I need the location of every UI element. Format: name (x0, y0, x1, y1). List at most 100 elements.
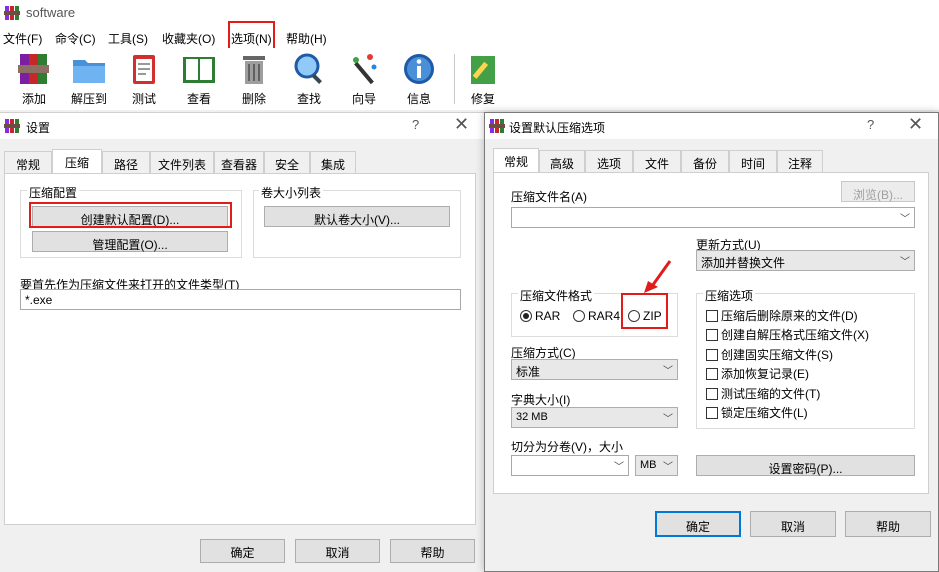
settings-ok-button[interactable]: 确定 (200, 539, 285, 563)
format-rar4-label: RAR4 (588, 309, 621, 323)
toolbar-extract-button[interactable]: 解压到 (63, 52, 115, 107)
default-dialog-close-icon[interactable]: ✕ (908, 114, 923, 135)
compression-method-value: 标准 (516, 365, 541, 379)
tab-general[interactable]: 常规 (493, 148, 539, 172)
option-delete-after-label: 压缩后删除原来的文件(D) (721, 309, 858, 323)
update-mode-select[interactable]: 添加并替换文件 ﹀ (696, 250, 915, 271)
default-cancel-button[interactable]: 取消 (750, 511, 836, 537)
menu-file[interactable]: 文件(F) (3, 30, 42, 47)
settings-dialog: 设置 ? ✕ 常规 压缩 路径 文件列表 查看器 安全 集成 压缩配置 创建默认… (0, 112, 484, 572)
winrar-logo-icon (4, 6, 20, 20)
browse-button[interactable]: 浏览(B)... (841, 181, 915, 202)
tab-file-list[interactable]: 文件列表 (150, 151, 214, 173)
toolbar-view-button[interactable]: 查看 (173, 52, 225, 107)
view-book-icon (183, 57, 215, 83)
option-test-label: 测试压缩的文件(T) (721, 387, 821, 401)
dictionary-size-label: 字典大小(I) (511, 393, 571, 407)
toolbar-delete-button[interactable]: 删除 (228, 52, 280, 107)
dictionary-size-select[interactable]: 32 MB ﹀ (511, 407, 678, 428)
settings-close-icon[interactable]: ✕ (454, 114, 469, 135)
default-volume-size-button[interactable]: 默认卷大小(V)... (264, 206, 450, 227)
option-sfx-checkbox[interactable]: 创建自解压格式压缩文件(X) (706, 326, 869, 343)
checkbox-icon (706, 349, 718, 361)
menu-tools[interactable]: 工具(S) (108, 30, 148, 47)
menu-commands[interactable]: 命令(C) (55, 30, 96, 47)
app-title: software (26, 5, 76, 20)
default-help-button[interactable]: 帮助 (845, 511, 931, 537)
compression-options-label: 压缩选项 (703, 287, 756, 304)
tab-options[interactable]: 选项 (585, 150, 633, 172)
settings-help-icon[interactable]: ? (412, 117, 419, 132)
info-icon (404, 54, 434, 84)
default-compression-dialog: 设置默认压缩选项 ? ✕ 常规 高级 选项 文件 备份 时间 注释 压缩文件名(… (484, 112, 939, 572)
tab-viewer[interactable]: 查看器 (214, 151, 264, 173)
toolbar-info-button[interactable]: 信息 (393, 52, 445, 107)
settings-titlebar: 设置 ? ✕ (0, 113, 484, 139)
tab-paths[interactable]: 路径 (102, 151, 150, 173)
archive-name-label: 压缩文件名(A) (511, 190, 587, 204)
settings-cancel-button[interactable]: 取消 (295, 539, 380, 563)
default-dialog-title: 设置默认压缩选项 (509, 121, 606, 135)
compression-profiles-label: 压缩配置 (27, 184, 80, 201)
split-unit-select[interactable]: MB ﹀ (635, 455, 678, 476)
tab-time[interactable]: 时间 (729, 150, 777, 172)
tab-backup[interactable]: 备份 (681, 150, 729, 172)
default-dialog-help-icon[interactable]: ? (867, 117, 874, 132)
tab-general[interactable]: 常规 (4, 151, 52, 173)
settings-help-button[interactable]: 帮助 (390, 539, 475, 563)
archive-name-input[interactable]: ﹀ (511, 207, 915, 228)
tab-files[interactable]: 文件 (633, 150, 681, 172)
set-password-button[interactable]: 设置密码(P)... (696, 455, 915, 476)
toolbar-find-label: 查找 (296, 92, 321, 106)
toolbar-test-button[interactable]: 测试 (118, 52, 170, 107)
compression-method-select[interactable]: 标准 ﹀ (511, 359, 678, 380)
toolbar-view-label: 查看 (186, 92, 211, 106)
tab-advanced[interactable]: 高级 (539, 150, 585, 172)
toolbar-separator (454, 54, 455, 104)
settings-panel: 压缩配置 创建默认配置(D)... 管理配置(O)... 卷大小列表 默认卷大小… (4, 173, 476, 525)
radio-selected-icon (520, 310, 532, 322)
toolbar-repair-label: 修复 (470, 92, 495, 106)
tab-integration[interactable]: 集成 (310, 151, 356, 173)
option-lock-checkbox[interactable]: 锁定压缩文件(L) (706, 404, 808, 421)
format-rar-radio[interactable]: RAR (520, 309, 560, 323)
toolbar-wizard-button[interactable]: 向导 (338, 52, 390, 107)
tab-comment[interactable]: 注释 (777, 150, 823, 172)
option-test-checkbox[interactable]: 测试压缩的文件(T) (706, 385, 820, 402)
toolbar-add-label: 添加 (21, 92, 46, 106)
option-solid-label: 创建固实压缩文件(S) (721, 348, 833, 362)
toolbar-wizard-label: 向导 (351, 92, 376, 106)
winrar-logo-icon (489, 119, 505, 133)
volume-sizes-label: 卷大小列表 (259, 184, 324, 201)
checkbox-icon (706, 407, 718, 419)
default-ok-button[interactable]: 确定 (655, 511, 741, 537)
default-dialog-titlebar: 设置默认压缩选项 ? ✕ (485, 113, 938, 139)
chevron-down-icon: ﹀ (900, 257, 910, 268)
tab-security[interactable]: 安全 (264, 151, 310, 173)
toolbar-repair-button[interactable]: 修复 (457, 52, 509, 107)
manage-profiles-button[interactable]: 管理配置(O)... (32, 231, 228, 252)
radio-empty-icon (573, 310, 585, 322)
toolbar-find-button[interactable]: 查找 (283, 52, 335, 107)
format-rar4-radio[interactable]: RAR4 (573, 309, 620, 323)
option-delete-after-checkbox[interactable]: 压缩后删除原来的文件(D) (706, 307, 858, 324)
default-dialog-tabs: 常规 高级 选项 文件 备份 时间 注释 (493, 148, 929, 172)
option-recovery-checkbox[interactable]: 添加恢复记录(E) (706, 365, 809, 382)
options-menu-highlight (228, 21, 275, 51)
file-types-input[interactable]: *.exe (20, 289, 461, 310)
toolbar-add-button[interactable]: 添加 (8, 52, 60, 107)
format-rar-label: RAR (535, 309, 561, 323)
split-size-input[interactable]: ﹀ (511, 455, 629, 476)
menu-bar: 文件(F) 命令(C) 工具(S) 收藏夹(O) 选项(N) 帮助(H) (0, 26, 939, 48)
option-solid-checkbox[interactable]: 创建固实压缩文件(S) (706, 346, 833, 363)
checkbox-icon (706, 329, 718, 341)
menu-help[interactable]: 帮助(H) (286, 30, 327, 47)
settings-tabs: 常规 压缩 路径 文件列表 查看器 安全 集成 (4, 149, 476, 173)
split-unit-value: MB (640, 459, 657, 471)
repair-icon (471, 56, 495, 84)
menu-favorites[interactable]: 收藏夹(O) (162, 30, 215, 47)
checkbox-icon (706, 310, 718, 322)
tab-compression[interactable]: 压缩 (52, 149, 102, 173)
chevron-down-icon: ﹀ (614, 462, 624, 473)
option-lock-label: 锁定压缩文件(L) (721, 406, 808, 420)
